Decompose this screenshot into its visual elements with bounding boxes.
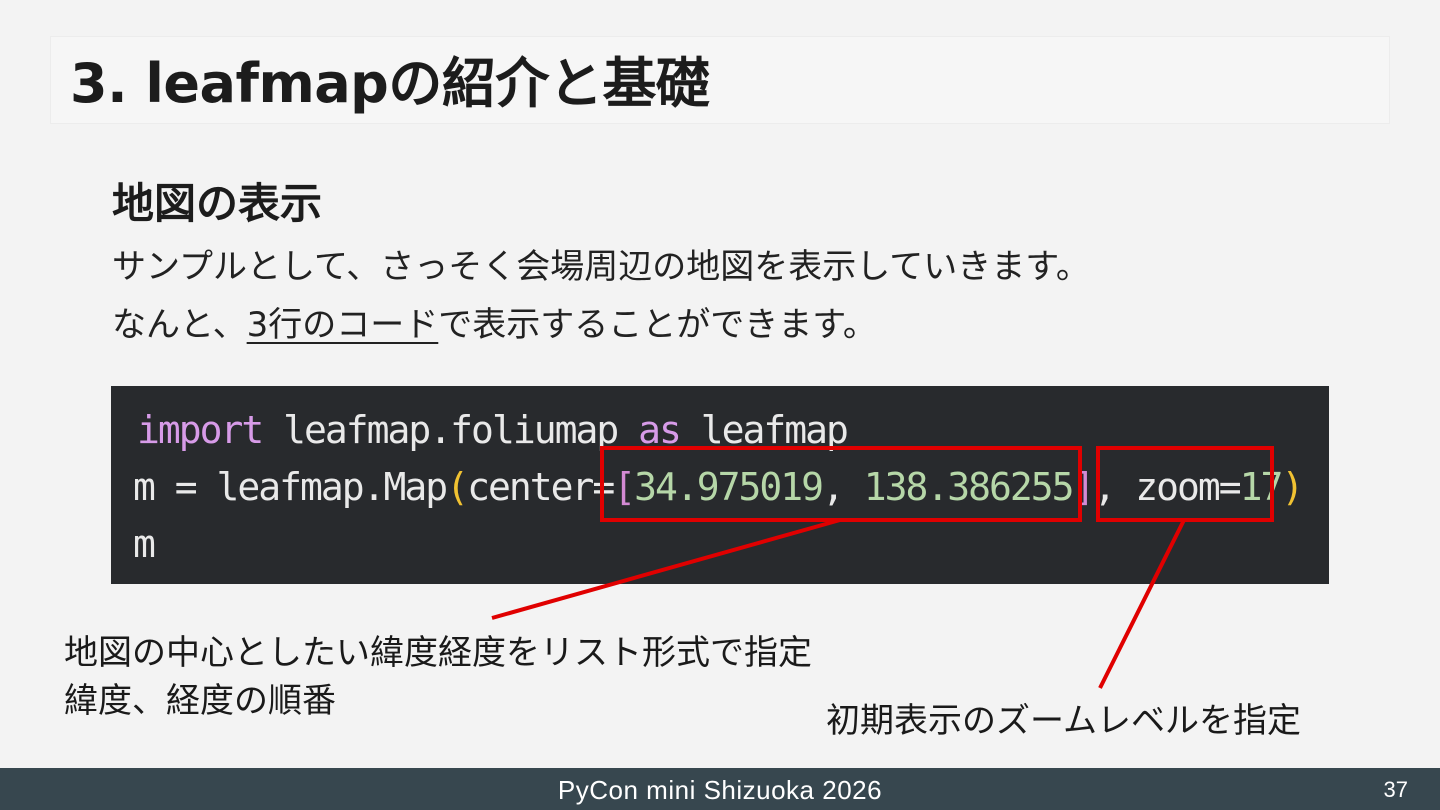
footer-bar: PyCon mini Shizuoka 2026 37 (0, 768, 1440, 810)
paragraph-suffix: で表示することができます。 (438, 305, 877, 345)
zoom-note: 初期表示のズームレベルを指定 (826, 701, 1301, 741)
three-lines-paragraph: なんと、3行のコードで表示することができます。 (112, 300, 877, 350)
paragraph-prefix: なんと、 (112, 305, 247, 345)
close-paren: ) (1281, 465, 1304, 509)
zoom-highlight-box (1096, 446, 1274, 522)
coordinates-note: 地図の中心としたい緯度経度をリスト形式で指定 (64, 633, 812, 673)
page-number: 37 (1383, 777, 1408, 802)
coordinate-order-note: 緯度、経度の順番 (64, 681, 336, 721)
event-name: PyCon mini Shizuoka 2026 (557, 775, 883, 805)
module-name: leafmap.foliumap (262, 408, 639, 452)
slide-title: 3. leafmapの紹介と基礎 (70, 52, 710, 115)
intro-paragraph: サンプルとして、さっそく会場周辺の地図を表示していきます。 (112, 247, 1090, 287)
code-line-display: m (133, 522, 156, 566)
section-heading: 地図の表示 (112, 179, 323, 228)
open-paren: ( (446, 465, 469, 509)
three-lines-of-code-emphasis: 3行のコード (246, 305, 439, 345)
keyword-import: import (137, 408, 264, 452)
map-call-prefix: m = leafmap.Map (133, 465, 448, 509)
center-arg: center= (467, 465, 615, 509)
coordinates-highlight-box (600, 446, 1082, 522)
